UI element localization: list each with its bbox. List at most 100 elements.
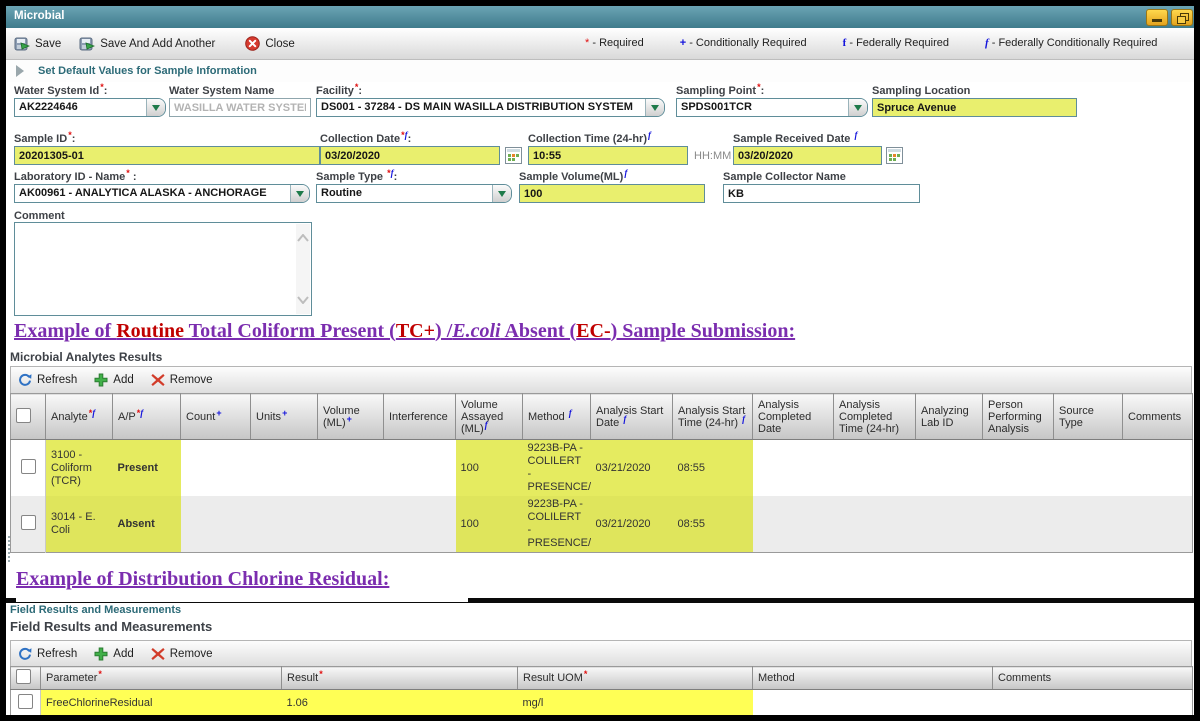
received-date-calendar-button[interactable] xyxy=(886,147,903,164)
ap-cell[interactable]: Present xyxy=(113,440,181,497)
source-type-cell[interactable] xyxy=(1054,496,1123,553)
row-checkbox[interactable] xyxy=(21,515,36,530)
add-icon xyxy=(94,373,108,387)
add-icon xyxy=(94,647,108,661)
count-cell[interactable] xyxy=(181,440,251,497)
dropdown-arrow-icon[interactable] xyxy=(146,99,165,116)
col-analysis-completed-date: Analysis Completed Date xyxy=(753,394,834,440)
analytes-add-button[interactable]: Add xyxy=(94,373,133,387)
source-type-cell[interactable] xyxy=(1054,440,1123,497)
analyte-cell[interactable]: 3100 - Coliform (TCR) xyxy=(46,440,113,497)
comments-cell[interactable] xyxy=(993,690,1193,716)
result-cell[interactable]: 1.06 xyxy=(282,690,518,716)
collection-time-input[interactable] xyxy=(528,146,688,165)
comment-textarea[interactable] xyxy=(14,222,312,316)
remove-icon xyxy=(151,647,165,661)
sample-received-date-input[interactable] xyxy=(733,146,882,165)
completed-time-cell[interactable] xyxy=(834,496,916,553)
analytes-refresh-button[interactable]: Refresh xyxy=(18,373,77,387)
start-date-cell[interactable]: 03/21/2020 xyxy=(591,440,673,497)
field-results-toolbar: Refresh Add Remove xyxy=(10,640,1192,666)
start-time-cell[interactable]: 08:55 xyxy=(673,440,753,497)
comment-scrollbar[interactable] xyxy=(296,224,310,314)
water-system-name-input[interactable] xyxy=(169,98,311,117)
field-results-add-button[interactable]: Add xyxy=(94,647,133,661)
title-bar xyxy=(6,6,1194,29)
start-time-cell[interactable]: 08:55 xyxy=(673,496,753,553)
dropdown-arrow-icon[interactable] xyxy=(290,185,309,202)
interference-cell[interactable] xyxy=(384,440,456,497)
comment-label: Comment xyxy=(14,210,65,222)
field-results-remove-button[interactable]: Remove xyxy=(151,647,213,661)
analytes-remove-button[interactable]: Remove xyxy=(151,373,213,387)
set-default-values-expander[interactable]: Set Default Values for Sample Informatio… xyxy=(6,60,1194,82)
field-results-refresh-button[interactable]: Refresh xyxy=(18,647,77,661)
start-date-cell[interactable]: 03/21/2020 xyxy=(591,496,673,553)
dropdown-arrow-icon[interactable] xyxy=(645,99,664,116)
completed-date-cell[interactable] xyxy=(753,440,834,497)
sampling-location-input[interactable] xyxy=(872,98,1077,117)
person-cell[interactable] xyxy=(983,440,1054,497)
col-result-uom: Result UOM* xyxy=(518,667,753,690)
remove-icon xyxy=(151,373,165,387)
collection-date-label: Collection Date*f: xyxy=(320,133,411,145)
analyte-cell[interactable]: 3014 - E. Coli xyxy=(46,496,113,553)
close-button[interactable]: Close xyxy=(245,36,294,51)
save-button[interactable]: Save xyxy=(14,36,61,52)
col-interference: Interference xyxy=(384,394,456,440)
col-person-performing: Person Performing Analysis xyxy=(983,394,1054,440)
sample-id-input[interactable] xyxy=(14,146,320,165)
col-method: Method f xyxy=(523,394,591,440)
select-all-checkbox[interactable] xyxy=(16,408,31,423)
method-cell[interactable]: 9223B-PA - COLILERT - PRESENCE/. xyxy=(523,496,591,553)
analyzing-lab-cell[interactable] xyxy=(916,496,983,553)
scroll-up-icon[interactable] xyxy=(297,234,309,242)
col-units: Units+ xyxy=(251,394,318,440)
water-system-id-select[interactable]: AK2224646 xyxy=(14,98,166,117)
select-all-checkbox[interactable] xyxy=(16,669,31,684)
sample-collector-input[interactable] xyxy=(723,184,920,203)
row-checkbox[interactable] xyxy=(21,459,36,474)
dropdown-arrow-icon[interactable] xyxy=(848,99,867,116)
sample-received-date-label: Sample Received Date f xyxy=(733,133,857,145)
facility-select[interactable]: DS001 - 37284 - DS MAIN WASILLA DISTRIBU… xyxy=(316,98,665,117)
volume-assayed-cell[interactable]: 100 xyxy=(456,496,523,553)
comments-cell[interactable] xyxy=(1123,496,1193,553)
laboratory-select[interactable]: AK00961 - ANALYTICA ALASKA - ANCHORAGE xyxy=(14,184,310,203)
water-system-id-label: Water System Id*: xyxy=(14,85,107,97)
sample-type-select[interactable]: Routine xyxy=(316,184,512,203)
count-cell[interactable] xyxy=(181,496,251,553)
person-cell[interactable] xyxy=(983,496,1054,553)
field-results-table: Parameter* Result* Result UOM* Method Co… xyxy=(10,666,1193,715)
dropdown-arrow-icon[interactable] xyxy=(492,185,511,202)
method-cell[interactable] xyxy=(753,690,993,716)
ap-cell[interactable]: Absent xyxy=(113,496,181,553)
units-cell[interactable] xyxy=(251,440,318,497)
units-cell[interactable] xyxy=(251,496,318,553)
chlorine-heading-box: Example of Distribution Chlorine Residua… xyxy=(16,562,468,602)
volume-assayed-cell[interactable]: 100 xyxy=(456,440,523,497)
interference-cell[interactable] xyxy=(384,496,456,553)
restore-button[interactable] xyxy=(1171,9,1193,26)
volume-cell[interactable] xyxy=(318,496,384,553)
completed-time-cell[interactable] xyxy=(834,440,916,497)
completed-date-cell[interactable] xyxy=(753,496,834,553)
collection-date-calendar-button[interactable] xyxy=(505,147,522,164)
comments-cell[interactable] xyxy=(1123,440,1193,497)
tc-example-heading: Example of Routine Total Coliform Presen… xyxy=(14,320,795,343)
result-uom-cell[interactable]: mg/l xyxy=(518,690,753,716)
col-analyte: Analyte*f xyxy=(46,394,113,440)
minimize-button[interactable] xyxy=(1146,9,1168,26)
sample-volume-input[interactable] xyxy=(519,184,705,203)
col-volume: Volume (ML)+ xyxy=(318,394,384,440)
analyzing-lab-cell[interactable] xyxy=(916,440,983,497)
method-cell[interactable]: 9223B-PA - COLILERT - PRESENCE/. xyxy=(523,440,591,497)
save-and-add-another-button[interactable]: Save And Add Another xyxy=(79,36,215,52)
analytes-header-row: Analyte*f A/P*f Count+ Units+ Volume (ML… xyxy=(11,394,1193,440)
scroll-down-icon[interactable] xyxy=(297,296,309,304)
collection-date-input[interactable] xyxy=(320,146,500,165)
parameter-cell[interactable]: FreeChlorineResidual xyxy=(41,690,282,716)
volume-cell[interactable] xyxy=(318,440,384,497)
row-checkbox[interactable] xyxy=(18,694,33,709)
sampling-point-select[interactable]: SPDS001TCR xyxy=(676,98,868,117)
